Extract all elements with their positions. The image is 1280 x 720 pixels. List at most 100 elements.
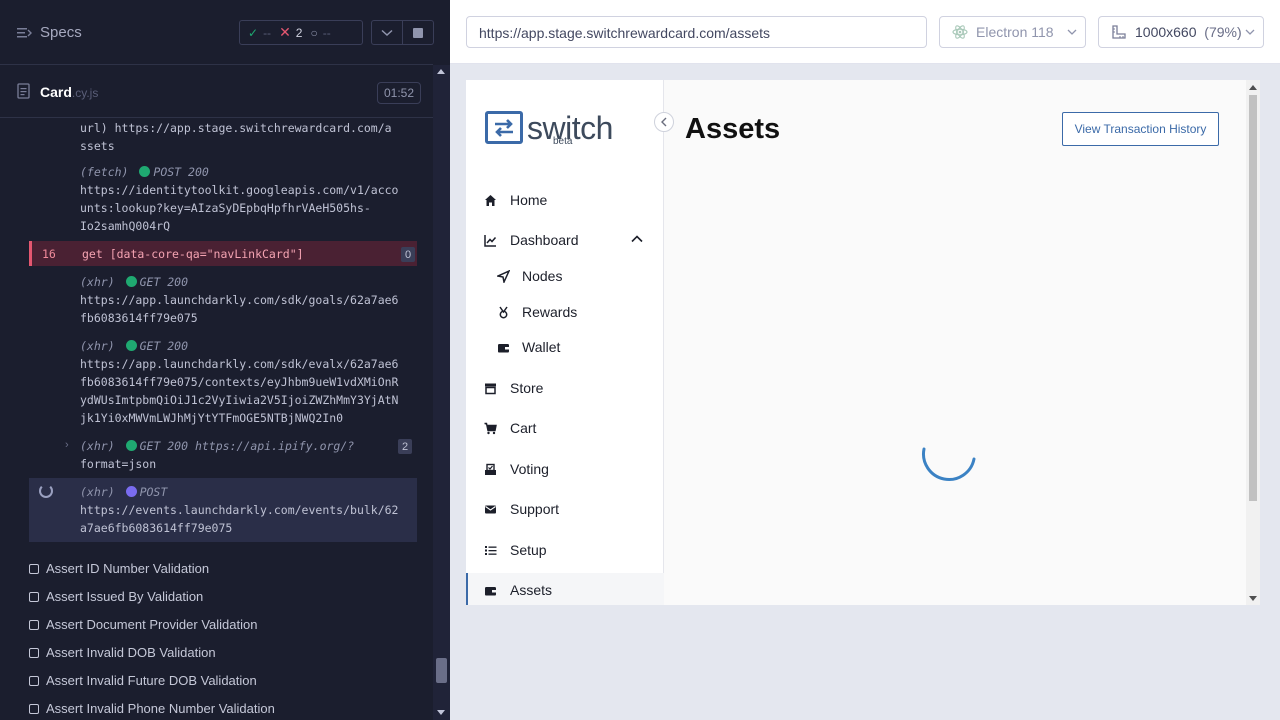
- log-kind: (xhr): [80, 275, 115, 289]
- log-entry-fetch[interactable]: (fetch) POST 200 https://identitytoolkit…: [80, 163, 420, 235]
- url-bar[interactable]: https://app.stage.switchrewardcard.com/a…: [466, 16, 927, 48]
- test-item[interactable]: Assert Invalid Phone Number Validation: [29, 701, 275, 716]
- log-entry-xhr-events[interactable]: (xhr) POST https://events.launchdarkly.c…: [80, 483, 420, 537]
- nav-setup[interactable]: Setup: [466, 533, 664, 567]
- nav-wallet[interactable]: Wallet: [466, 330, 664, 364]
- failed-command-row[interactable]: 16 get [data-core-qa="navLinkCard"] 0: [29, 241, 417, 266]
- chevron-down-icon: [1067, 29, 1077, 35]
- viewport-dimensions: 1000x660: [1135, 24, 1197, 40]
- log-line: url) https://app.stage.switchrewardcard.…: [80, 121, 392, 135]
- viewport-scale: (79%): [1204, 24, 1242, 40]
- chevron-down-icon: [381, 29, 393, 36]
- chevron-right-icon[interactable]: ›: [65, 439, 69, 451]
- test-item[interactable]: Assert ID Number Validation: [29, 561, 209, 576]
- nav-rewards[interactable]: Rewards: [466, 295, 664, 329]
- log-entry-xhr-evalx[interactable]: (xhr) GET 200 https://app.launchdarkly.c…: [80, 337, 420, 427]
- nav-nodes[interactable]: Nodes: [466, 259, 664, 293]
- log-entry-xhr-ipify[interactable]: (xhr) GET 200 https://api.ipify.org/? fo…: [80, 437, 420, 473]
- log-status: POST: [139, 485, 168, 499]
- view-transaction-history-button[interactable]: View Transaction History: [1062, 112, 1219, 146]
- nav-label: Rewards: [522, 304, 578, 320]
- log-status: GET 200 https://api.ipify.org/?: [139, 439, 355, 453]
- command-text: get [data-core-qa="navLinkCard"]: [82, 247, 304, 261]
- spec-bar: Card.cy.js 01:52: [0, 66, 433, 118]
- reporter-scrollbar[interactable]: [433, 65, 450, 720]
- specs-title[interactable]: Specs: [40, 24, 82, 41]
- checkbox-icon: [29, 703, 39, 714]
- log-line: https://app.launchdarkly.com/sdk/goals/6…: [80, 293, 399, 307]
- scroll-down-icon[interactable]: [1249, 596, 1257, 601]
- chevron-left-icon: [661, 117, 667, 127]
- cart-icon: [484, 422, 497, 435]
- browser-selector[interactable]: Electron 118: [939, 16, 1086, 48]
- scrollbar-thumb[interactable]: [1249, 95, 1257, 501]
- sidebar-collapse-button[interactable]: [654, 112, 674, 132]
- browser-name: Electron 118: [976, 24, 1054, 40]
- log-status: GET 200: [139, 339, 189, 353]
- x-icon: ✕: [279, 24, 291, 40]
- spec-name: Card.cy.js: [40, 84, 98, 100]
- log-line: jk1Yi0xMWVmLWJhMjYtYTFmOGE5NTBjNWQ2In0: [80, 411, 344, 425]
- checkbox-icon: [29, 591, 39, 602]
- test-item[interactable]: Assert Invalid DOB Validation: [29, 645, 216, 660]
- nav-label: Assets: [510, 582, 553, 598]
- app-under-test: switch beta Home Dashboard Nodes Rewards…: [466, 80, 1260, 605]
- nav-support[interactable]: Support: [466, 492, 664, 526]
- scroll-up-icon[interactable]: [437, 69, 445, 74]
- pending-stat: ○ --: [310, 26, 330, 40]
- nav-store[interactable]: Store: [466, 371, 664, 405]
- home-icon: [485, 195, 496, 206]
- test-stats: ✓ -- ✕ 2 ○ --: [239, 20, 363, 45]
- log-kind: (xhr): [80, 339, 115, 353]
- nav-label: Home: [510, 192, 548, 208]
- test-item[interactable]: Assert Invalid Future DOB Validation: [29, 673, 257, 688]
- spec-duration: 01:52: [377, 82, 422, 104]
- nav-dashboard[interactable]: Dashboard: [466, 223, 664, 257]
- file-icon: [17, 83, 30, 99]
- status-dot-icon: [125, 486, 137, 497]
- app-scrollbar[interactable]: [1246, 80, 1260, 605]
- wallet-icon: [485, 587, 496, 596]
- scrollbar-thumb[interactable]: [436, 658, 447, 683]
- test-title: Assert Invalid Future DOB Validation: [46, 673, 257, 688]
- test-item[interactable]: Assert Issued By Validation: [29, 589, 203, 604]
- checkbox-icon: [29, 563, 39, 574]
- list-icon[interactable]: [16, 25, 32, 41]
- page-title: Assets: [685, 113, 781, 145]
- test-item[interactable]: Assert Document Provider Validation: [29, 617, 257, 632]
- stop-button[interactable]: [402, 20, 434, 45]
- nav-label: Wallet: [522, 339, 561, 355]
- expand-button[interactable]: [371, 20, 403, 45]
- log-entry-xhr-goals[interactable]: (xhr) GET 200 https://app.launchdarkly.c…: [80, 273, 420, 327]
- failed-stat: ✕ 2: [279, 24, 302, 41]
- medal-icon: [499, 306, 508, 319]
- chevron-down-icon: [1245, 29, 1255, 35]
- send-icon: [497, 270, 510, 283]
- nav-label: Dashboard: [510, 232, 579, 248]
- chart-line-icon: [484, 235, 497, 247]
- viewport-selector[interactable]: 1000x660 (79%): [1098, 16, 1264, 48]
- nav-voting[interactable]: Voting: [466, 452, 664, 486]
- scroll-down-icon[interactable]: [437, 710, 445, 715]
- list-check-icon: [485, 546, 497, 555]
- xhr-count-badge: 2: [398, 439, 412, 454]
- reporter-panel: Specs ✓ -- ✕ 2 ○ -- Card.cy.js 01:52 url…: [0, 0, 450, 720]
- log-line: format=json: [80, 457, 157, 471]
- scroll-up-icon[interactable]: [1249, 85, 1257, 90]
- viewport-size: 1000x660 (79%): [1135, 24, 1242, 40]
- nav-label: Setup: [510, 542, 547, 558]
- loading-spinner-icon: [39, 484, 53, 498]
- nav-cart[interactable]: Cart: [466, 411, 664, 445]
- switch-logo[interactable]: switch beta: [485, 111, 613, 147]
- test-title: Assert ID Number Validation: [46, 561, 210, 576]
- nav-home[interactable]: Home: [466, 183, 664, 217]
- checkbox-icon: [29, 619, 39, 630]
- app-sidebar: switch beta Home Dashboard Nodes Rewards…: [466, 80, 664, 605]
- loading-spinner-icon: [922, 447, 976, 481]
- nav-assets[interactable]: Assets: [466, 573, 664, 605]
- test-title: Assert Document Provider Validation: [46, 617, 258, 632]
- log-line: fb6083614ff79e075/contexts/eyJhbm9ueW1vd…: [80, 375, 399, 389]
- chevron-up-icon[interactable]: [631, 234, 643, 244]
- checkbox-icon: [29, 647, 39, 658]
- log-entry-visit[interactable]: url) https://app.stage.switchrewardcard.…: [80, 119, 420, 155]
